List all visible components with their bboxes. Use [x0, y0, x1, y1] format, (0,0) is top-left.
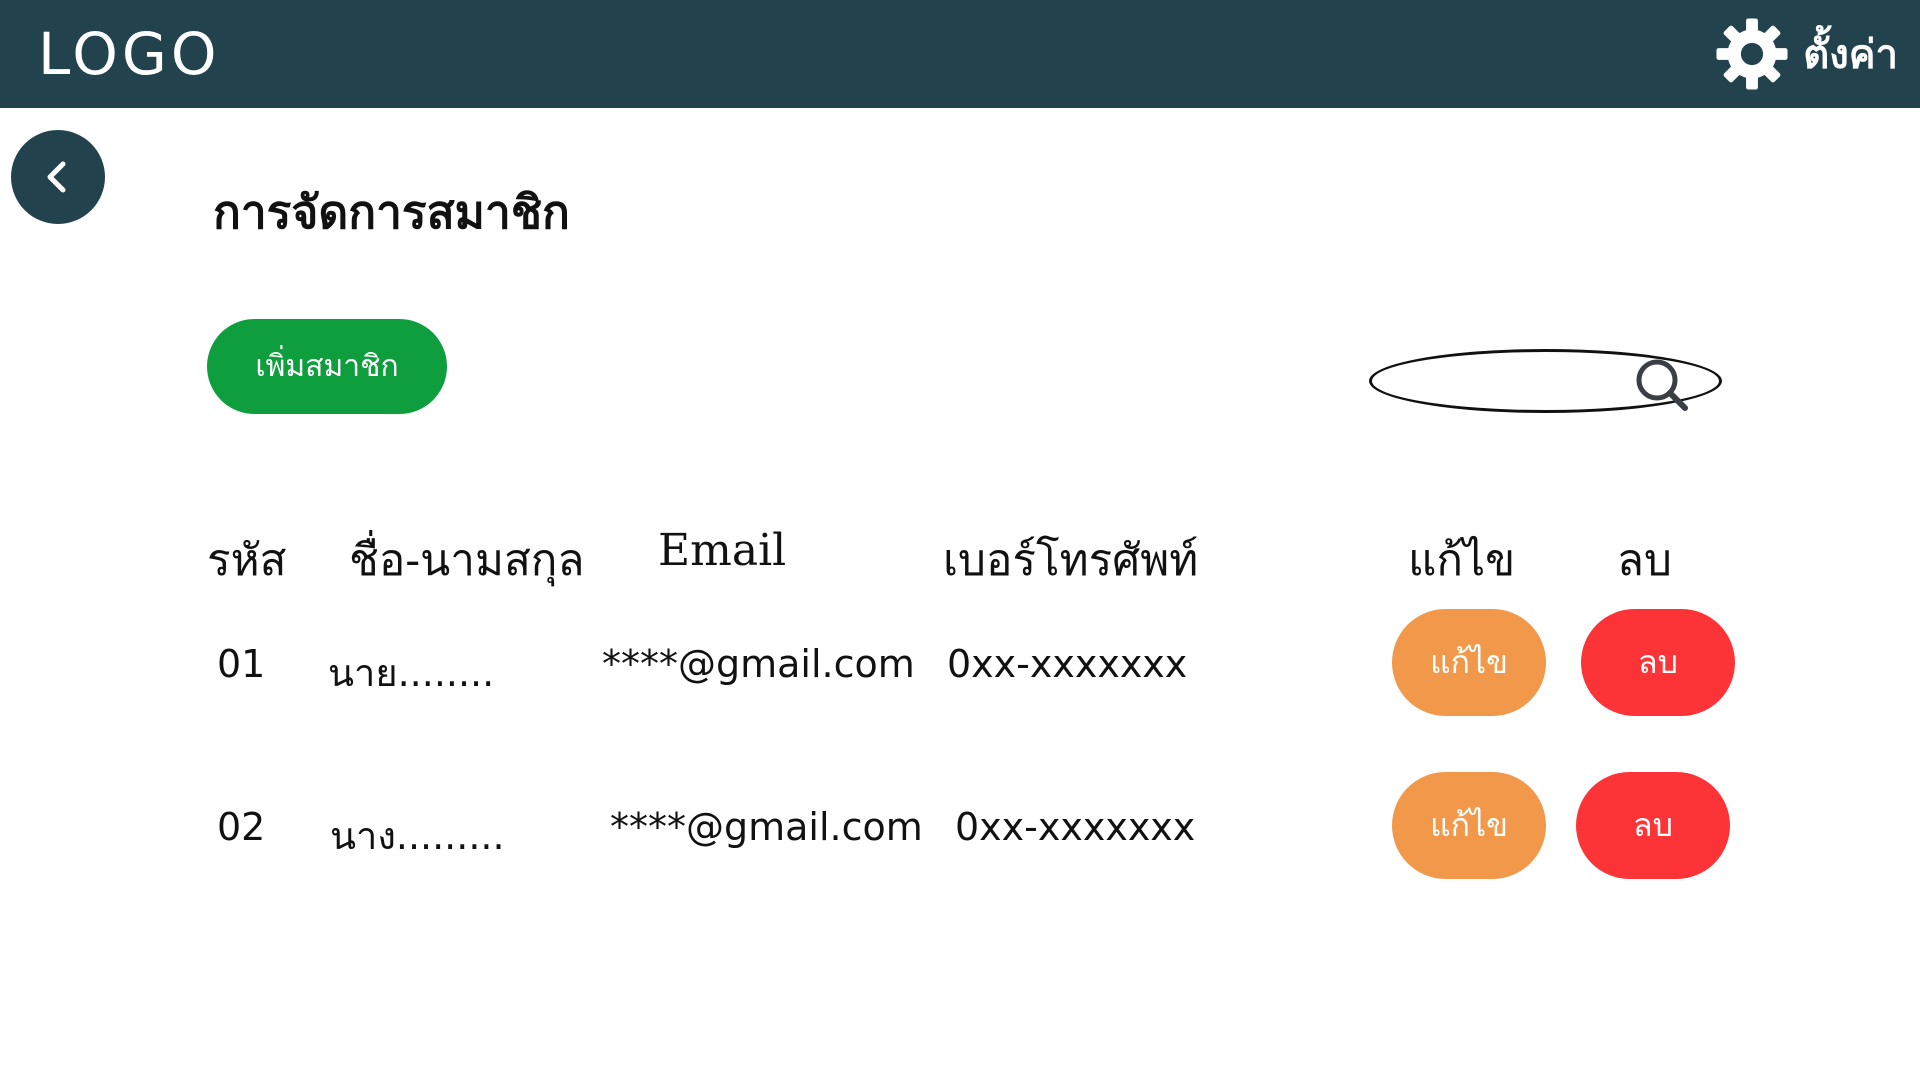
column-header-delete: ลบ — [1617, 535, 1672, 586]
search-box[interactable] — [1369, 349, 1722, 413]
row-phone: 0xx-xxxxxxx — [955, 805, 1196, 849]
row-name: นาง......... — [330, 814, 505, 858]
search-input[interactable] — [1402, 362, 1632, 402]
column-header-phone: เบอร์โทรศัพท์ — [943, 535, 1199, 586]
add-member-button[interactable]: เพิ่มสมาชิก — [207, 319, 447, 414]
column-header-email: Email — [658, 525, 787, 576]
back-button[interactable] — [11, 130, 105, 224]
row-email: ****@gmail.com — [602, 642, 915, 686]
delete-button[interactable]: ลบ — [1576, 772, 1730, 879]
page-title: การจัดการสมาชิก — [213, 185, 570, 239]
row-name: นาย........ — [328, 651, 495, 695]
edit-button[interactable]: แก้ไข — [1392, 772, 1546, 879]
settings-button[interactable]: ตั้งค่า — [1715, 14, 1898, 94]
delete-button[interactable]: ลบ — [1581, 609, 1735, 716]
column-header-id: รหัส — [207, 535, 287, 586]
row-id: 01 — [217, 642, 266, 686]
chevron-left-icon — [47, 161, 66, 193]
search-icon[interactable] — [1633, 356, 1691, 414]
row-email: ****@gmail.com — [610, 805, 923, 849]
edit-button[interactable]: แก้ไข — [1392, 609, 1546, 716]
logo[interactable]: LOGO — [38, 22, 221, 86]
column-header-edit: แก้ไข — [1408, 535, 1516, 586]
column-header-name: ชื่อ-นามสกุล — [349, 535, 585, 586]
gear-icon — [1716, 18, 1788, 90]
settings-label: ตั้งค่า — [1803, 32, 1898, 78]
top-bar: LOGO ตั้งค่า — [0, 0, 1920, 108]
row-id: 02 — [217, 805, 266, 849]
row-phone: 0xx-xxxxxxx — [947, 642, 1188, 686]
